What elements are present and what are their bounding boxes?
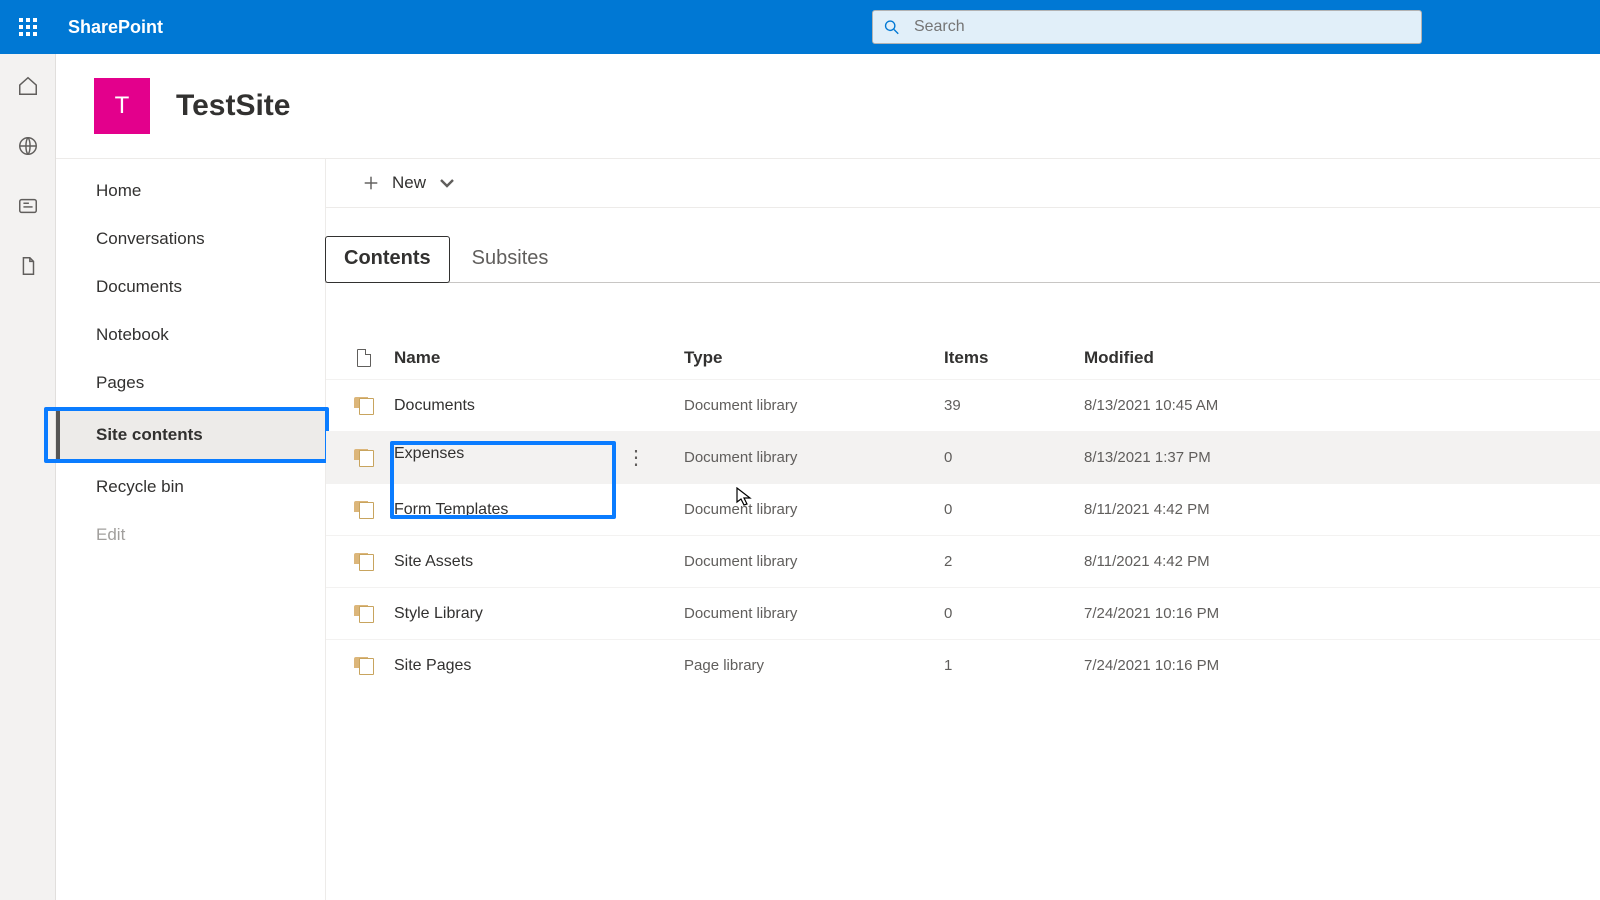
nav-highlight: Site contents bbox=[44, 407, 329, 463]
nav-item-conversations[interactable]: Conversations bbox=[56, 215, 325, 263]
app-launcher-icon[interactable] bbox=[8, 7, 48, 47]
library-icon bbox=[354, 657, 374, 675]
row-modified: 8/11/2021 4:42 PM bbox=[1084, 501, 1384, 518]
table-row[interactable]: Style Library Document library07/24/2021 … bbox=[326, 587, 1600, 639]
file-icon[interactable] bbox=[14, 252, 42, 280]
new-label: New bbox=[392, 173, 426, 193]
chevron-down-icon bbox=[438, 174, 456, 192]
nav-edit[interactable]: Edit bbox=[56, 511, 325, 559]
contents-table: Name Type Items Modified DocumentsDocume… bbox=[326, 337, 1600, 691]
app-rail bbox=[0, 54, 56, 900]
news-icon[interactable] bbox=[14, 192, 42, 220]
globe-icon[interactable] bbox=[14, 132, 42, 160]
tabs: ContentsSubsites bbox=[325, 208, 1600, 283]
row-items: 1 bbox=[944, 657, 1084, 674]
row-type: Document library bbox=[684, 553, 944, 570]
site-header: T TestSite bbox=[56, 54, 1600, 158]
library-icon bbox=[354, 501, 374, 519]
row-modified: 7/24/2021 10:16 PM bbox=[1084, 657, 1384, 674]
tab-contents[interactable]: Contents bbox=[325, 236, 450, 283]
home-icon[interactable] bbox=[14, 72, 42, 100]
row-items: 0 bbox=[944, 501, 1084, 518]
row-type: Document library bbox=[684, 605, 944, 622]
table-header: Name Type Items Modified bbox=[326, 337, 1600, 379]
row-name[interactable]: Documents bbox=[394, 397, 475, 414]
row-type: Document library bbox=[684, 501, 944, 518]
row-items: 39 bbox=[944, 397, 1084, 414]
row-items: 0 bbox=[944, 449, 1084, 466]
row-name[interactable]: Form Templates bbox=[394, 501, 508, 518]
brand-label[interactable]: SharePoint bbox=[68, 17, 163, 38]
row-type: Page library bbox=[684, 657, 944, 674]
table-row[interactable]: Form Templates Document library08/11/2021… bbox=[326, 483, 1600, 535]
row-modified: 8/11/2021 4:42 PM bbox=[1084, 553, 1384, 570]
suite-bar: SharePoint bbox=[0, 0, 1600, 54]
table-row[interactable]: Site Assets Document library28/11/2021 4:… bbox=[326, 535, 1600, 587]
library-icon bbox=[354, 605, 374, 623]
col-modified[interactable]: Modified bbox=[1084, 348, 1384, 368]
nav-item-recycle-bin[interactable]: Recycle bin bbox=[56, 463, 325, 511]
table-row[interactable]: Documents Document library398/13/2021 10:… bbox=[326, 379, 1600, 431]
toolbar: New bbox=[326, 159, 1600, 207]
main-panel: New ContentsSubsites Name Type I bbox=[326, 159, 1600, 900]
row-name[interactable]: Site Pages bbox=[394, 657, 471, 674]
nav-item-site-contents[interactable]: Site contents bbox=[56, 411, 325, 459]
doc-type-icon bbox=[357, 349, 371, 367]
nav-item-documents[interactable]: Documents bbox=[56, 263, 325, 311]
library-icon bbox=[354, 553, 374, 571]
more-actions-icon[interactable]: ⋮ bbox=[618, 445, 656, 470]
row-name[interactable]: Expenses bbox=[394, 445, 464, 462]
nav-item-home[interactable]: Home bbox=[56, 167, 325, 215]
site-title[interactable]: TestSite bbox=[176, 89, 290, 123]
left-nav: HomeConversationsDocumentsNotebookPagesS… bbox=[56, 159, 326, 900]
col-type[interactable]: Type bbox=[684, 348, 944, 368]
row-modified: 7/24/2021 10:16 PM bbox=[1084, 605, 1384, 622]
plus-icon bbox=[362, 174, 380, 192]
col-items[interactable]: Items bbox=[944, 348, 1084, 368]
row-modified: 8/13/2021 1:37 PM bbox=[1084, 449, 1384, 466]
tab-subsites[interactable]: Subsites bbox=[454, 237, 567, 282]
library-icon bbox=[354, 397, 374, 415]
table-row[interactable]: Site Pages Page library17/24/2021 10:16 P… bbox=[326, 639, 1600, 691]
search-box[interactable] bbox=[872, 10, 1422, 44]
col-name[interactable]: Name bbox=[394, 348, 684, 368]
nav-item-pages[interactable]: Pages bbox=[56, 359, 325, 407]
search-input[interactable] bbox=[914, 18, 1411, 36]
row-name[interactable]: Site Assets bbox=[394, 553, 473, 570]
search-icon bbox=[883, 18, 900, 36]
library-icon bbox=[354, 449, 374, 467]
row-items: 2 bbox=[944, 553, 1084, 570]
nav-item-notebook[interactable]: Notebook bbox=[56, 311, 325, 359]
table-row[interactable]: Expenses ⋮ Document library08/13/2021 1:37… bbox=[326, 431, 1600, 483]
row-type: Document library bbox=[684, 397, 944, 414]
site-logo[interactable]: T bbox=[94, 78, 150, 134]
row-items: 0 bbox=[944, 605, 1084, 622]
row-name[interactable]: Style Library bbox=[394, 605, 483, 622]
row-type: Document library bbox=[684, 449, 944, 466]
new-button[interactable]: New bbox=[362, 167, 456, 199]
row-modified: 8/13/2021 10:45 AM bbox=[1084, 397, 1384, 414]
